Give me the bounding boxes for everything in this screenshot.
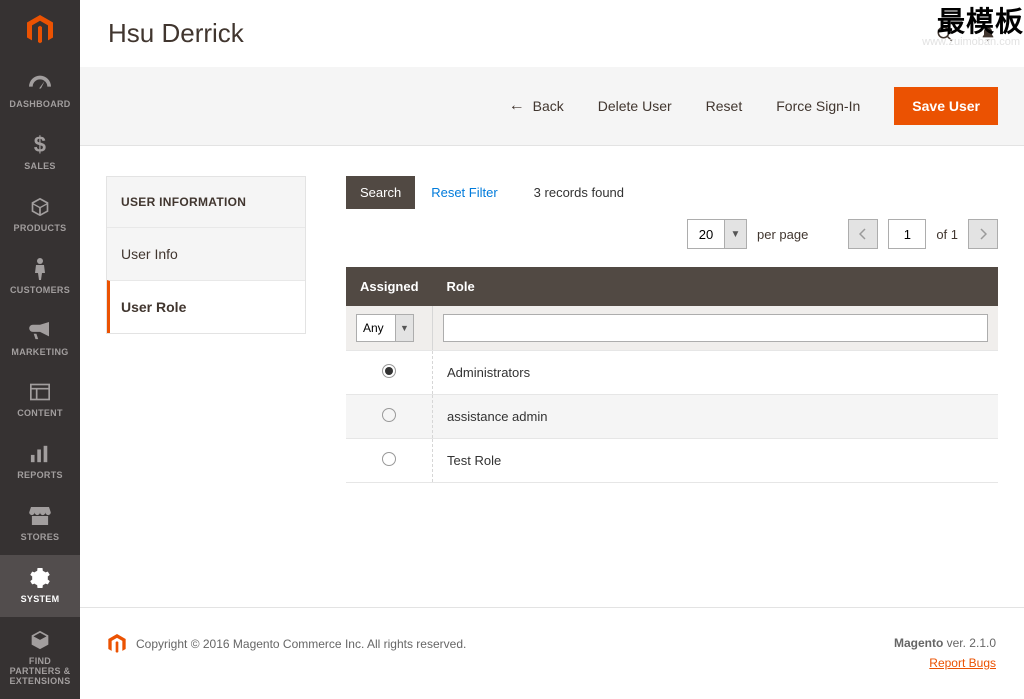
gauge-icon <box>29 72 51 94</box>
sidebar-item-system[interactable]: SYSTEM <box>0 555 80 617</box>
force-signin-button[interactable]: Force Sign-In <box>776 98 860 114</box>
copyright-text: Copyright © 2016 Magento Commerce Inc. A… <box>136 637 466 651</box>
search-button[interactable]: Search <box>346 176 415 209</box>
column-header-assigned[interactable]: Assigned <box>346 267 433 306</box>
table-row[interactable]: Test Role <box>346 439 998 483</box>
records-found-text: 3 records found <box>534 185 624 200</box>
footer-version: ver. 2.1.0 <box>943 636 996 650</box>
sidebar-item-marketing[interactable]: MARKETING <box>0 308 80 370</box>
per-page-dropdown-toggle[interactable]: ▼ <box>725 219 747 249</box>
assigned-radio[interactable] <box>382 408 396 422</box>
column-header-role[interactable]: Role <box>433 267 998 306</box>
sidebar-item-dashboard[interactable]: DASHBOARD <box>0 60 80 122</box>
page-footer: Copyright © 2016 Magento Commerce Inc. A… <box>80 607 1024 698</box>
page-header: Hsu Derrick <box>80 0 1024 67</box>
sidebar-item-products[interactable]: PRODUCTS <box>0 184 80 246</box>
filter-row: ▼ <box>346 306 998 351</box>
pagination-controls: ▼ per page of 1 <box>346 219 998 249</box>
sidebar-item-label: DASHBOARD <box>9 100 70 110</box>
back-label: Back <box>533 98 564 114</box>
role-cell: Test Role <box>433 439 998 483</box>
prev-page-button[interactable] <box>848 219 878 249</box>
role-cell: Administrators <box>433 351 998 395</box>
panel-title: USER INFORMATION <box>107 177 305 227</box>
sidebar-item-sales[interactable]: $ SALES <box>0 122 80 184</box>
table-row[interactable]: Administrators <box>346 351 998 395</box>
person-icon <box>34 258 46 280</box>
admin-sidebar: DASHBOARD $ SALES PRODUCTS CUSTOMERS MARKETIN… <box>0 0 80 699</box>
reset-filter-link[interactable]: Reset Filter <box>431 185 497 200</box>
sidebar-item-label: REPORTS <box>17 471 63 481</box>
bars-icon <box>30 443 50 465</box>
roles-table: Assigned Role ▼ <box>346 267 998 483</box>
layout-icon <box>30 381 50 403</box>
megaphone-icon <box>29 320 51 342</box>
sidebar-item-stores[interactable]: STORES <box>0 493 80 555</box>
sidebar-item-find-partners-extensions[interactable]: FIND PARTNERS & EXTENSIONS <box>0 617 80 699</box>
tab-user-role[interactable]: User Role <box>107 280 305 333</box>
storefront-icon <box>29 505 51 527</box>
role-cell: assistance admin <box>433 395 998 439</box>
back-button[interactable]: ← Back <box>509 97 564 115</box>
sidebar-item-label: SYSTEM <box>21 595 60 605</box>
user-information-panel: USER INFORMATION User InfoUser Role <box>106 176 306 334</box>
sidebar-item-customers[interactable]: CUSTOMERS <box>0 246 80 308</box>
sidebar-item-label: STORES <box>21 533 60 543</box>
sidebar-item-label: CUSTOMERS <box>10 286 70 296</box>
delete-user-button[interactable]: Delete User <box>598 98 672 114</box>
cube-icon <box>30 196 50 218</box>
page-number-input[interactable] <box>888 219 926 249</box>
sidebar-item-label: SALES <box>24 162 56 172</box>
back-arrow-icon: ← <box>509 97 525 115</box>
magento-footer-logo-icon <box>108 634 126 654</box>
page-title: Hsu Derrick <box>108 18 936 49</box>
package-icon <box>30 629 50 651</box>
dollar-icon: $ <box>34 134 47 156</box>
assigned-radio[interactable] <box>382 452 396 466</box>
notifications-icon[interactable] <box>980 25 996 43</box>
roles-grid-panel: Search Reset Filter 3 records found ▼ pe… <box>346 176 998 483</box>
sidebar-item-content[interactable]: CONTENT <box>0 369 80 431</box>
assigned-filter-toggle[interactable]: ▼ <box>396 314 414 342</box>
footer-brand: Magento <box>894 636 943 650</box>
assigned-radio[interactable] <box>382 364 396 378</box>
page-total-label: of 1 <box>936 227 958 242</box>
role-filter-input[interactable] <box>443 314 988 342</box>
sidebar-item-label: MARKETING <box>11 348 68 358</box>
tab-user-info[interactable]: User Info <box>107 227 305 280</box>
sidebar-item-label: FIND PARTNERS & EXTENSIONS <box>4 657 76 687</box>
report-bugs-link[interactable]: Report Bugs <box>929 656 996 670</box>
table-row[interactable]: assistance admin <box>346 395 998 439</box>
per-page-label: per page <box>757 227 808 242</box>
gear-icon <box>30 567 50 589</box>
per-page-input[interactable] <box>687 219 725 249</box>
sidebar-item-label: PRODUCTS <box>14 224 67 234</box>
sidebar-item-reports[interactable]: REPORTS <box>0 431 80 493</box>
sidebar-item-label: CONTENT <box>17 409 63 419</box>
action-bar: ← Back Delete User Reset Force Sign-In S… <box>80 67 1024 146</box>
assigned-filter-select[interactable] <box>356 314 396 342</box>
magento-logo-icon[interactable] <box>0 0 80 60</box>
save-user-button[interactable]: Save User <box>894 87 998 125</box>
reset-button[interactable]: Reset <box>706 98 743 114</box>
next-page-button[interactable] <box>968 219 998 249</box>
search-icon[interactable] <box>936 25 954 43</box>
